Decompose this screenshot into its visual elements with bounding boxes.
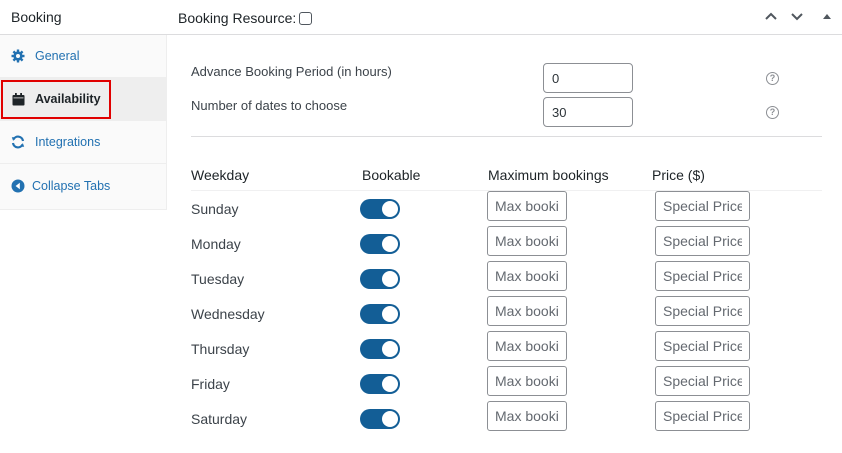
booking-header: Booking Booking Resource: [0, 0, 842, 35]
weekday-label: Monday [191, 236, 241, 252]
toggle-panel-icon[interactable] [821, 8, 833, 24]
sidebar-item-general[interactable]: General [0, 35, 166, 78]
sidebar-item-availability[interactable]: Availability [0, 78, 166, 121]
sidebar-item-label: Availability [35, 92, 101, 106]
special-price-input[interactable] [655, 191, 750, 221]
help-icon[interactable]: ? [766, 72, 779, 85]
sidebar-item-label: General [35, 49, 80, 63]
weekday-label: Wednesday [191, 306, 265, 322]
bookable-toggle[interactable] [360, 269, 400, 289]
calendar-icon [11, 92, 25, 106]
max-bookings-input[interactable] [487, 296, 567, 326]
weekday-label: Friday [191, 376, 230, 392]
special-price-input[interactable] [655, 296, 750, 326]
booking-resource-field[interactable]: Booking Resource: [178, 10, 313, 26]
gear-icon [11, 49, 25, 63]
refresh-icon [11, 135, 25, 149]
weekday-label: Saturday [191, 411, 248, 427]
sidebar-item-label: Collapse Tabs [32, 178, 111, 193]
move-down-icon[interactable] [789, 8, 805, 24]
max-bookings-column-header: Maximum bookings [488, 167, 609, 183]
max-bookings-input[interactable] [487, 331, 567, 361]
toggle-knob [382, 271, 398, 287]
special-price-input[interactable] [655, 261, 750, 291]
special-price-input[interactable] [655, 331, 750, 361]
max-bookings-input[interactable] [487, 261, 567, 291]
max-bookings-input[interactable] [487, 401, 567, 431]
booking-tabs-sidebar: General Availability Integrations Collap… [0, 35, 167, 210]
advance-booking-period-input[interactable] [543, 63, 633, 93]
max-bookings-input[interactable] [487, 366, 567, 396]
move-up-icon[interactable] [763, 8, 779, 24]
dates-to-choose-input[interactable] [543, 97, 633, 127]
help-icon[interactable]: ? [766, 106, 779, 119]
max-bookings-input[interactable] [487, 191, 567, 221]
booking-resource-checkbox[interactable] [299, 11, 313, 25]
dates-to-choose-label: Number of dates to choose [191, 98, 348, 113]
toggle-knob [382, 341, 398, 357]
toggle-knob [382, 236, 398, 252]
max-bookings-input[interactable] [487, 226, 567, 256]
toggle-knob [382, 306, 398, 322]
price-column-header: Price ($) [652, 167, 705, 183]
bookable-column-header: Bookable [362, 167, 421, 183]
special-price-input[interactable] [655, 401, 750, 431]
bookable-toggle[interactable] [360, 234, 400, 254]
toggle-knob [382, 411, 398, 427]
special-price-input[interactable] [655, 366, 750, 396]
advance-booking-period-label: Advance Booking Period (in hours) [191, 64, 392, 79]
table-row: Saturday [0, 401, 842, 442]
collapse-icon [11, 179, 25, 193]
weekday-label: Tuesday [191, 271, 245, 287]
section-divider [191, 136, 822, 137]
weekday-column-header: Weekday [191, 167, 250, 183]
booking-title: Booking [11, 9, 62, 25]
booking-resource-label: Booking Resource: [178, 10, 297, 26]
sidebar-item-integrations[interactable]: Integrations [0, 121, 166, 164]
bookable-toggle[interactable] [360, 374, 400, 394]
bookable-toggle[interactable] [360, 304, 400, 324]
toggle-knob [382, 201, 398, 217]
weekday-label: Sunday [191, 201, 239, 217]
special-price-input[interactable] [655, 226, 750, 256]
toggle-knob [382, 376, 398, 392]
weekday-label: Thursday [191, 341, 250, 357]
bookable-toggle[interactable] [360, 409, 400, 429]
sidebar-item-label: Integrations [35, 135, 101, 149]
bookable-toggle[interactable] [360, 199, 400, 219]
bookable-toggle[interactable] [360, 339, 400, 359]
